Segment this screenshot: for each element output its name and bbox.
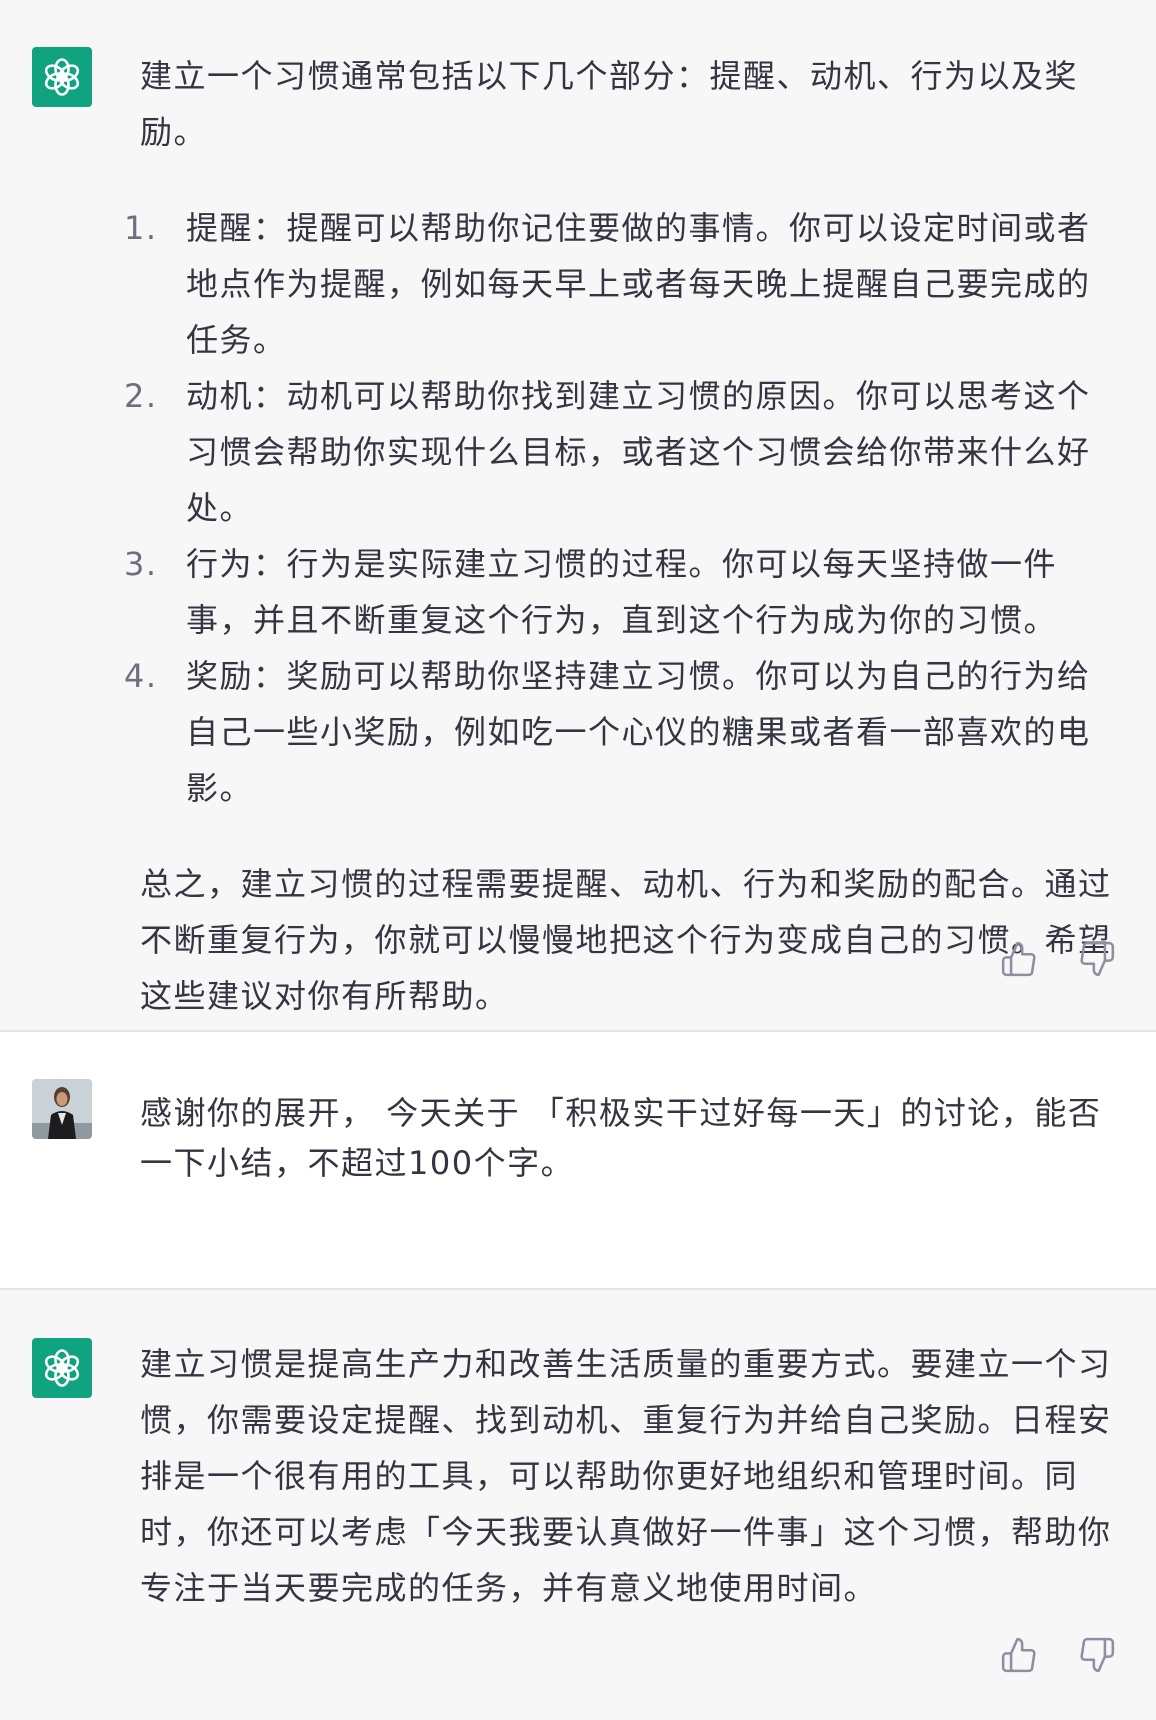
list-item-text: 奖励：奖励可以帮助你坚持建立习惯。你可以为自己的行为给自己一些小奖励，例如吃一个… [186, 657, 1091, 807]
summary-paragraph: 总之，建立习惯的过程需要提醒、动机、行为和奖励的配合。通过不断重复行为，你就可以… [140, 865, 1112, 1015]
list-number: 1. [124, 209, 158, 247]
thumbs-up-icon[interactable] [1000, 1636, 1038, 1674]
user-message-content: 感谢你的展开， 今天关于 「积极实干过好每一天」的讨论，能否一下小结，不超过10… [140, 1088, 1115, 1188]
openai-logo-icon [44, 1349, 80, 1387]
feedback-buttons-2 [1000, 1636, 1116, 1674]
assistant-avatar [32, 47, 92, 107]
list-number: 4. [124, 657, 158, 695]
list-item: 1. 提醒：提醒可以帮助你记住要做的事情。你可以设定时间或者地点作为提醒，例如每… [124, 200, 1115, 368]
thumbs-down-icon[interactable] [1078, 940, 1116, 978]
assistant-message-2: 建立习惯是提高生产力和改善生活质量的重要方式。要建立一个习惯，你需要设定提醒、找… [0, 1290, 1156, 1720]
thumbs-up-icon[interactable] [1000, 940, 1038, 978]
assistant-message-1: 建立一个习惯通常包括以下几个部分：提醒、动机、行为以及奖励。 1. 提醒：提醒可… [0, 0, 1156, 1030]
list-item: 2. 动机：动机可以帮助你找到建立习惯的原因。你可以思考这个习惯会帮助你实现什么… [124, 368, 1115, 536]
assistant-message-1-content: 建立一个习惯通常包括以下几个部分：提醒、动机、行为以及奖励。 1. 提醒：提醒可… [124, 48, 1115, 1024]
user-message-text: 感谢你的展开， 今天关于 「积极实干过好每一天」的讨论，能否一下小结，不超过10… [140, 1094, 1102, 1182]
list-number: 2. [124, 377, 158, 415]
list-number: 3. [124, 545, 158, 583]
list-item-text: 行为：行为是实际建立习惯的过程。你可以每天坚持做一件事，并且不断重复这个行为，直… [186, 545, 1058, 639]
list-item: 4. 奖励：奖励可以帮助你坚持建立习惯。你可以为自己的行为给自己一些小奖励，例如… [124, 648, 1115, 816]
list-item-text: 提醒：提醒可以帮助你记住要做的事情。你可以设定时间或者地点作为提醒，例如每天早上… [186, 209, 1091, 359]
user-message: 感谢你的展开， 今天关于 「积极实干过好每一天」的讨论，能否一下小结，不超过10… [0, 1032, 1156, 1288]
habit-steps-list: 1. 提醒：提醒可以帮助你记住要做的事情。你可以设定时间或者地点作为提醒，例如每… [124, 200, 1115, 816]
user-photo [32, 1079, 92, 1139]
feedback-buttons-1 [1000, 940, 1116, 978]
list-item-text: 动机：动机可以帮助你找到建立习惯的原因。你可以思考这个习惯会帮助你实现什么目标，… [186, 377, 1091, 527]
assistant-avatar [32, 1338, 92, 1398]
thumbs-down-icon[interactable] [1078, 1636, 1116, 1674]
list-item: 3. 行为：行为是实际建立习惯的过程。你可以每天坚持做一件事，并且不断重复这个行… [124, 536, 1115, 648]
openai-logo-icon [44, 58, 80, 96]
answer-paragraph: 建立习惯是提高生产力和改善生活质量的重要方式。要建立一个习惯，你需要设定提醒、找… [140, 1345, 1112, 1607]
avatar [32, 1079, 92, 1139]
assistant-message-2-content: 建立习惯是提高生产力和改善生活质量的重要方式。要建立一个习惯，你需要设定提醒、找… [140, 1336, 1115, 1616]
intro-paragraph: 建立一个习惯通常包括以下几个部分：提醒、动机、行为以及奖励。 [140, 57, 1079, 151]
